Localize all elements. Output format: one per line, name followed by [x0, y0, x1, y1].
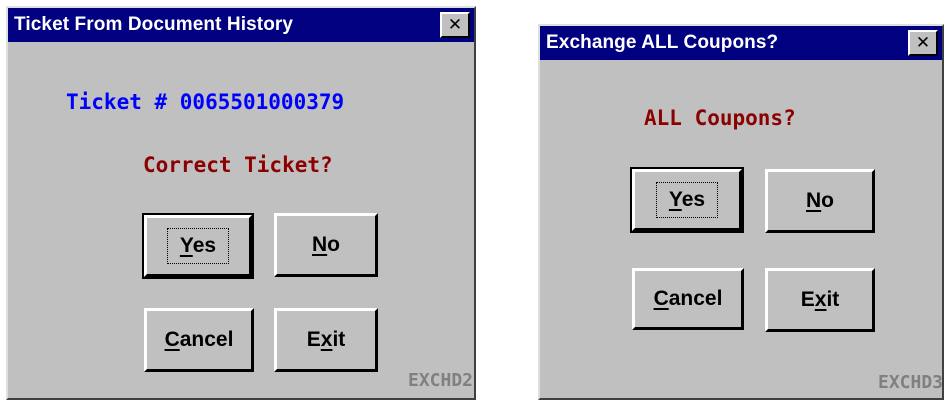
all-coupons-question: ALL Coupons? [644, 106, 796, 130]
exit-label: Exit [800, 288, 840, 311]
exit-label: Exit [306, 328, 346, 351]
ticket-number-label: Ticket # 0065501000379 [66, 90, 345, 114]
yes-button[interactable]: Yes [142, 213, 254, 279]
yes-button[interactable]: Yes [630, 167, 744, 233]
close-icon: ✕ [915, 32, 931, 53]
title-bar[interactable]: Ticket From Document History ✕ [8, 8, 474, 42]
exit-button[interactable]: Exit [765, 268, 875, 332]
no-label: No [312, 233, 340, 256]
exchange-coupons-dialog: Exchange ALL Coupons? ✕ ALL Coupons? Yes… [538, 24, 944, 400]
correct-ticket-question: Correct Ticket? [143, 153, 333, 177]
title-bar[interactable]: Exchange ALL Coupons? ✕ [540, 26, 942, 60]
dialog-code: EXCHD2 [408, 370, 474, 391]
no-button[interactable]: No [765, 169, 875, 233]
cancel-label: Cancel [164, 328, 234, 351]
no-button[interactable]: No [274, 213, 378, 277]
cancel-button[interactable]: Cancel [632, 268, 744, 330]
ticket-history-dialog: Ticket From Document History ✕ Ticket # … [6, 6, 476, 400]
close-button[interactable]: ✕ [908, 30, 938, 56]
yes-label: Yes [655, 182, 719, 218]
cancel-button[interactable]: Cancel [144, 308, 254, 372]
cancel-label: Cancel [653, 287, 723, 310]
dialog-title: Ticket From Document History [14, 14, 294, 35]
dialog-code: EXCHD3 [878, 372, 944, 393]
dialog-title: Exchange ALL Coupons? [546, 32, 779, 53]
close-icon: ✕ [447, 14, 463, 35]
no-label: No [806, 189, 834, 212]
close-button[interactable]: ✕ [440, 12, 470, 38]
yes-label: Yes [166, 228, 230, 264]
exit-button[interactable]: Exit [274, 308, 378, 372]
